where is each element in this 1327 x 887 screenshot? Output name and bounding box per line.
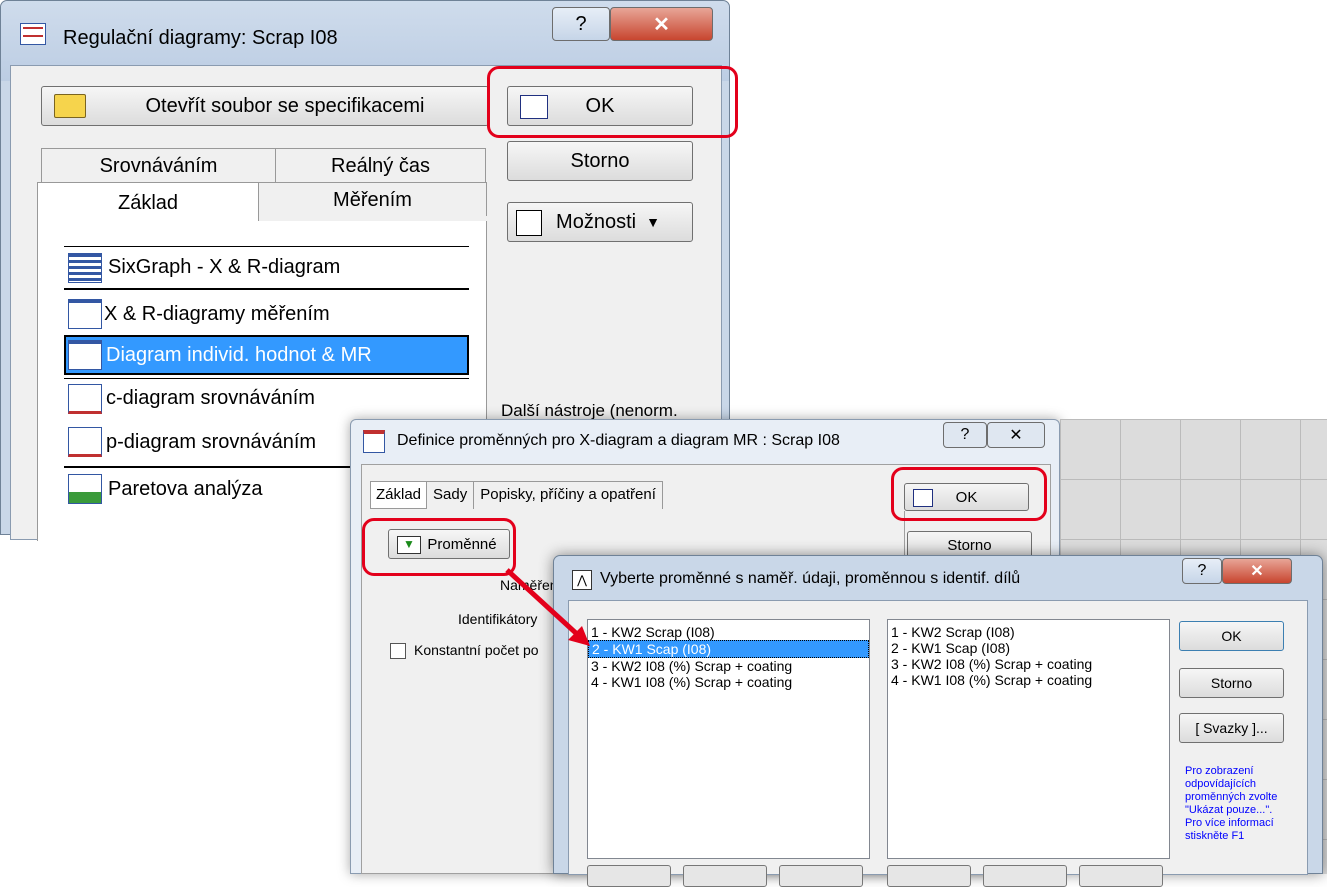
identifiers-label: Identifikátory: [458, 611, 538, 627]
tab-measurement[interactable]: Měřením: [259, 182, 487, 216]
ok-button[interactable]: OK: [507, 86, 693, 126]
list-item[interactable]: 3 - KW2 I08 (%) Scrap + coating: [888, 656, 1169, 672]
list-item[interactable]: 1 - KW2 Scrap (I08): [588, 624, 869, 640]
chart-icon: [913, 489, 933, 507]
folder-icon: [54, 94, 86, 118]
list-item[interactable]: 1 - KW2 Scrap (I08): [888, 624, 1169, 640]
constant-checkbox[interactable]: [390, 643, 406, 659]
list-item[interactable]: 2 - KW1 Scap (I08): [888, 640, 1169, 656]
app-icon: [363, 430, 385, 453]
sixgraph-icon: [68, 252, 102, 283]
c-chart-icon: [68, 383, 102, 414]
bottom-button[interactable]: [683, 865, 767, 887]
tab-labels[interactable]: Popisky, příčiny a opatření: [474, 481, 663, 509]
tab-basic[interactable]: Základ: [37, 182, 259, 222]
chevron-down-icon: ▼: [646, 214, 660, 230]
tab-basic[interactable]: Základ: [370, 481, 428, 509]
help-button[interactable]: ?: [552, 7, 610, 41]
help-button[interactable]: ?: [1182, 558, 1222, 584]
more-tools-label: Další nástroje (nenorm.: [501, 401, 678, 420]
bottom-button[interactable]: [887, 865, 971, 887]
bottom-button[interactable]: [1079, 865, 1163, 887]
chart-icon: [520, 95, 548, 119]
list-item[interactable]: 4 - KW1 I08 (%) Scrap + coating: [588, 674, 869, 690]
measured-variables-list[interactable]: 1 - KW2 Scrap (I08) 2 - KW1 Scap (I08) 3…: [587, 619, 870, 859]
list-item[interactable]: SixGraph - X & R-diagram: [64, 246, 469, 290]
close-button[interactable]: ✕: [1222, 558, 1292, 584]
arrow-down-icon: ▼: [397, 536, 421, 554]
options-button[interactable]: Možnosti ▼: [507, 202, 693, 242]
ok-button[interactable]: OK: [1179, 621, 1284, 651]
options-icon: [516, 210, 542, 236]
list-item[interactable]: X & R-diagramy měřením: [64, 294, 469, 334]
pareto-icon: [68, 474, 102, 504]
cancel-button[interactable]: Storno: [1179, 668, 1284, 698]
bundles-button[interactable]: [ Svazky ]...: [1179, 713, 1284, 743]
bottom-button[interactable]: [587, 865, 671, 887]
bottom-button[interactable]: [779, 865, 863, 887]
help-button[interactable]: ?: [943, 422, 987, 448]
p-chart-icon: [68, 427, 102, 457]
id-variable-list[interactable]: 1 - KW2 Scrap (I08) 2 - KW1 Scap (I08) 3…: [887, 619, 1170, 859]
tab-sets[interactable]: Sady: [427, 481, 475, 509]
bottom-button[interactable]: [983, 865, 1067, 887]
list-item[interactable]: c-diagram srovnáváním: [64, 378, 469, 418]
close-button[interactable]: ✕: [610, 7, 713, 41]
list-item-selected[interactable]: 2 - KW1 Scap (I08): [588, 640, 869, 658]
window-title: Vyberte proměnné s naměř. údaji, proměnn…: [600, 570, 1021, 587]
tab-comparison[interactable]: Srovnáváním: [41, 148, 276, 182]
help-text: Pro zobrazení odpovídajících proměnných …: [1185, 765, 1278, 842]
close-button[interactable]: ✕: [987, 422, 1045, 448]
variables-icon: ⋀: [572, 570, 592, 590]
open-spec-file-button[interactable]: Otevřít soubor se specifikacemi: [41, 86, 489, 126]
list-item[interactable]: 4 - KW1 I08 (%) Scrap + coating: [888, 672, 1169, 688]
xr-chart-icon: [68, 299, 102, 329]
tab-strip: Základ Sady Popisky, příčiny a opatření: [370, 481, 663, 509]
cancel-button[interactable]: Storno: [507, 141, 693, 181]
app-icon: [20, 23, 46, 45]
list-item-selected[interactable]: Diagram individ. hodnot & MR: [64, 335, 469, 375]
window-title: Regulační diagramy: Scrap I08: [63, 27, 338, 49]
window-title: Definice proměnných pro X-diagram a diag…: [397, 432, 840, 449]
ok-button[interactable]: OK: [904, 483, 1029, 511]
variables-button[interactable]: ▼ Proměnné: [388, 529, 510, 559]
constant-checkbox-label: Konstantní počet po: [414, 642, 539, 658]
list-item[interactable]: 3 - KW2 I08 (%) Scrap + coating: [588, 658, 869, 674]
client-area: 1 - KW2 Scrap (I08) 2 - KW1 Scap (I08) 3…: [568, 600, 1308, 887]
measured-label: Naměřen: [500, 577, 558, 593]
tab-real-time[interactable]: Reálný čas: [276, 148, 486, 182]
select-variables-dialog: ⋀ Vyberte proměnné s naměř. údaji, promě…: [553, 555, 1323, 887]
individuals-chart-icon: [68, 340, 102, 370]
